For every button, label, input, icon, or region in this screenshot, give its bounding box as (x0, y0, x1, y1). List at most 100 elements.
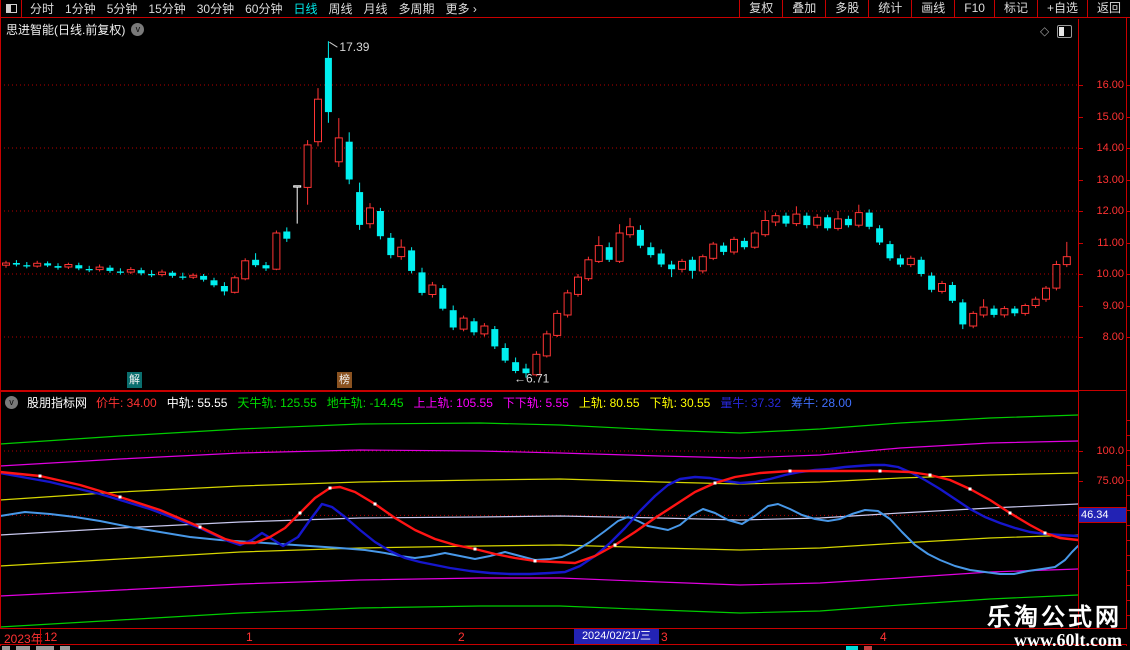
price-axis-label: 10.00 (1080, 268, 1124, 281)
bottom-clipped-row (0, 646, 1130, 650)
chart-badge-bang[interactable]: 榜 (337, 372, 352, 388)
axis-separator-line (1078, 19, 1079, 650)
period-tab[interactable]: 多周期 (399, 0, 435, 17)
diamond-icon[interactable]: ◇ (1040, 24, 1049, 38)
price-axis-label: 8.00 (1080, 331, 1124, 344)
page-title: 思进智能(日线.前复权) (0, 21, 125, 38)
period-tab[interactable]: 分时 (30, 0, 54, 17)
axis-tick (1079, 148, 1083, 149)
period-tab[interactable]: 周线 (328, 0, 352, 17)
x-axis-month-label: 2 (458, 630, 465, 644)
indicator-field: 天牛轨: 125.55 (237, 394, 316, 411)
axis-tick (1079, 85, 1083, 86)
indicator-line-价牛 (0, 471, 1078, 563)
period-tab[interactable]: 月线 (364, 0, 388, 17)
period-tab[interactable]: 30分钟 (197, 0, 234, 17)
indicator-axis-label: 100.0 (1080, 445, 1124, 458)
period-tabs: 分时 1分钟 5分钟 15分钟 30分钟 60分钟日线周线月线多周期更多 › (22, 0, 477, 17)
indicator-current-value: 46.34 (1079, 507, 1126, 523)
price-axis-label: 14.00 (1080, 142, 1124, 155)
indicator-field: 中轨: 55.55 (167, 394, 228, 411)
indicator-line-地牛轨 (0, 595, 1078, 627)
layout-icon-button[interactable] (0, 0, 22, 18)
period-tab[interactable]: 60分钟 (245, 0, 282, 17)
clipped-row-fragment (60, 646, 70, 650)
axis-tick (1079, 451, 1083, 452)
watermark-site-name: 乐淘公式网 (987, 597, 1122, 632)
left-border (0, 0, 1, 650)
axis-tick (1079, 211, 1083, 212)
low-annotation: ←6.71 (514, 372, 550, 386)
indicator-field: 价牛: 34.00 (96, 394, 157, 411)
toolbar-button[interactable]: 叠加 (782, 0, 825, 18)
indicator-values: 价牛: 34.00 中轨: 55.55 天牛轨: 125.55 地牛轨: -14.45… (96, 394, 852, 411)
indicator-name[interactable]: 股朋指标网 (27, 394, 87, 411)
toolbar-button[interactable]: F10 (954, 0, 994, 18)
axis-tick (1079, 117, 1083, 118)
indicator-line-中轨 (0, 504, 1078, 535)
top-toolbar: 分时 1分钟 5分钟 15分钟 30分钟 60分钟日线周线月线多周期更多 › 复权叠加多股… (0, 0, 1130, 18)
axis-tick (1079, 243, 1083, 244)
indicator-field: 下下轨: 5.55 (503, 394, 569, 411)
clipped-row-fragment (16, 646, 30, 650)
indicator-field: 筹牛: 28.00 (791, 394, 852, 411)
indicator-field: 地牛轨: -14.45 (327, 394, 404, 411)
x-axis-separator (40, 629, 41, 644)
x-axis-month-label: 12 (44, 630, 57, 644)
toolbar-button[interactable]: 多股 (825, 0, 868, 18)
toolbar-button[interactable]: +自选 (1037, 0, 1087, 18)
price-axis-label: 15.00 (1080, 111, 1124, 124)
window-split-icon[interactable] (1057, 25, 1072, 38)
toolbar-button[interactable]: 画线 (911, 0, 954, 18)
x-axis-month-label: 4 (880, 630, 887, 644)
axis-tick (1079, 337, 1083, 338)
indicator-chevron-down-icon[interactable]: v (5, 396, 18, 409)
chart-badge-jie[interactable]: 解 (127, 372, 142, 388)
axis-tick (1079, 274, 1083, 275)
toolbar-right-buttons: 复权叠加多股统计画线F10标记+自选返回 (739, 0, 1130, 18)
right-border (1126, 0, 1127, 650)
indicator-line-上上轨 (0, 441, 1078, 466)
indicator-field: 量牛: 37.32 (720, 394, 781, 411)
toolbar-button[interactable]: 复权 (739, 0, 782, 18)
x-axis-date-highlight: 2024/02/21/三 (574, 629, 659, 644)
high-annotation: 17.39 (339, 40, 369, 54)
indicator-chart[interactable] (0, 413, 1078, 628)
indicator-field: 上轨: 80.55 (579, 394, 640, 411)
indicator-line-天牛轨 (0, 415, 1078, 444)
title-bar: 思进智能(日线.前复权) v (0, 19, 1078, 40)
watermark: 乐淘公式网 www.60lt.com (987, 597, 1122, 650)
more-menu[interactable]: 更多 › (446, 0, 477, 17)
indicator-line-量牛 (0, 465, 1078, 574)
watermark-url: www.60lt.com (987, 630, 1122, 650)
price-axis-label: 12.00 (1080, 205, 1124, 218)
clipped-row-fragment (864, 646, 872, 650)
main-candlestick-chart[interactable]: 17.39 ←6.71 (0, 40, 1078, 390)
axis-tick (1079, 481, 1083, 482)
clipped-row-fragment (846, 646, 858, 650)
indicator-line-上轨 (0, 473, 1078, 500)
indicator-field: 上上轨: 105.55 (414, 394, 493, 411)
price-axis-label: 13.00 (1080, 174, 1124, 187)
toolbar-button[interactable]: 标记 (994, 0, 1037, 18)
x-axis-month-label: 1 (246, 630, 253, 644)
clipped-row-fragment (36, 646, 54, 650)
period-tab[interactable]: 15分钟 (148, 0, 185, 17)
price-axis-label: 9.00 (1080, 300, 1124, 313)
indicator-field: 下轨: 30.55 (650, 394, 711, 411)
period-tab[interactable]: 1分钟 (65, 0, 96, 17)
indicator-header: v 股朋指标网 价牛: 34.00 中轨: 55.55 天牛轨: 125.55 地牛轨… (0, 391, 1078, 413)
panel-divider (0, 390, 1127, 391)
axis-tick (1079, 306, 1083, 307)
price-axis-label: 11.00 (1080, 237, 1124, 250)
axis-tick (1079, 180, 1083, 181)
period-tab[interactable]: 5分钟 (107, 0, 138, 17)
clipped-row-fragment (2, 646, 10, 650)
layout-icon (6, 4, 17, 13)
period-tab[interactable]: 日线 (293, 0, 317, 17)
title-chevron-down-icon[interactable]: v (131, 23, 144, 36)
toolbar-button[interactable]: 统计 (868, 0, 911, 18)
x-axis (0, 628, 1127, 645)
toolbar-button[interactable]: 返回 (1087, 0, 1130, 18)
price-axis-label: 16.00 (1080, 79, 1124, 92)
